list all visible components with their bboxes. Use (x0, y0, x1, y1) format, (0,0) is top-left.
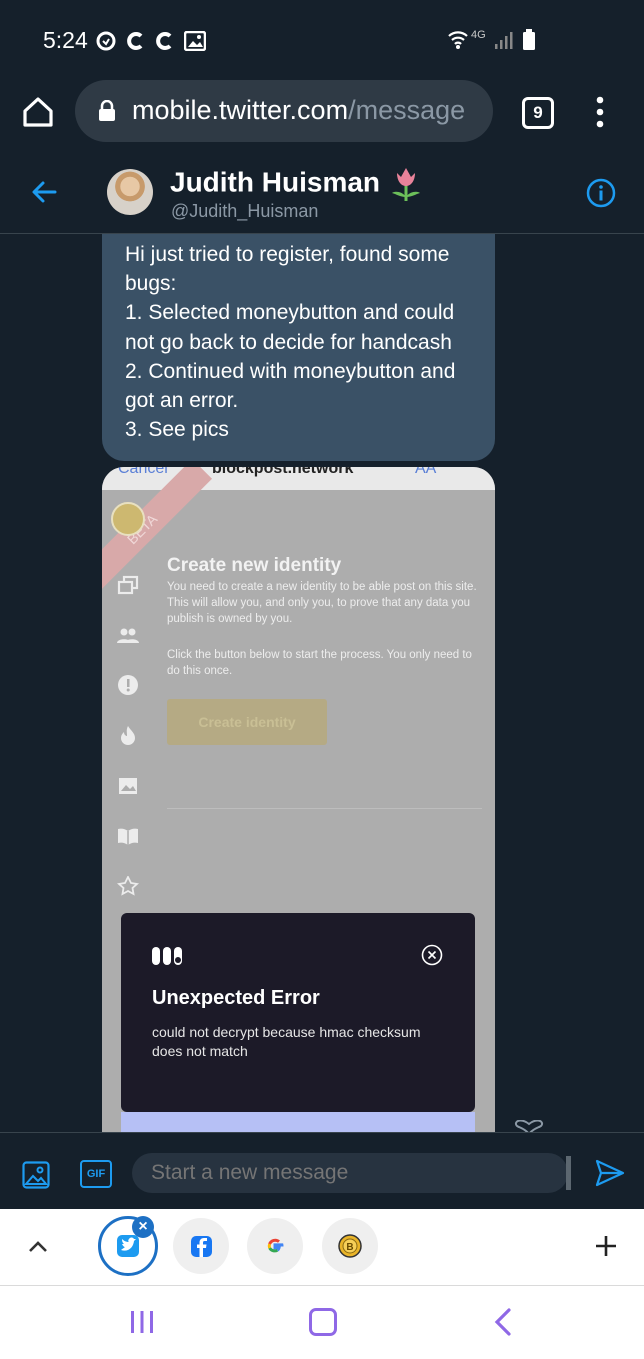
status-time: 5:24 (43, 27, 88, 53)
gallery-icon (119, 778, 137, 794)
bitcoin-icon: B (338, 1234, 362, 1258)
shortcut-bitcoin[interactable]: B (322, 1218, 378, 1274)
create-identity-instruction: Click the button below to start the proc… (167, 649, 472, 677)
back-arrow-icon[interactable] (30, 178, 58, 206)
browser-toolbar: mobile.twitter.com/message 9 (0, 80, 644, 158)
contact-name-text: Judith Huisman (170, 166, 381, 198)
message-bubble[interactable]: Hi just tried to register, found some bu… (102, 234, 495, 461)
chevron-up-icon[interactable] (27, 1236, 49, 1258)
system-icons: 4G (447, 28, 536, 52)
signal-icon (494, 32, 513, 49)
shortcut-facebook[interactable] (173, 1218, 229, 1274)
nav-back-icon[interactable] (493, 1308, 513, 1336)
message-thread: Hi just tried to register, found some bu… (0, 234, 644, 1132)
svg-text:B: B (346, 1242, 353, 1253)
modal-footer-strip (121, 1112, 475, 1132)
status-bar: 5:24 4G (0, 0, 644, 80)
home-icon[interactable] (22, 96, 54, 128)
close-icon (421, 944, 443, 966)
screenshot-top-bar: Cancel blockpost.network AA (102, 467, 495, 490)
send-icon[interactable] (595, 1159, 625, 1187)
contact-handle: @Judith_Huisman (171, 201, 319, 221)
image-icon (184, 31, 206, 51)
moneybutton-logo-icon (152, 947, 182, 965)
create-identity-description: You need to create a new identity to be … (167, 581, 477, 625)
url-bar[interactable]: mobile.twitter.com/message (75, 80, 493, 142)
tab-switcher-button[interactable]: 9 (522, 97, 554, 129)
url-domain: mobile.twitter.com (132, 95, 349, 125)
tulip-emoji-icon (392, 168, 421, 201)
c-icon (156, 32, 172, 50)
battery-icon (522, 29, 535, 50)
google-icon (267, 1238, 284, 1253)
gif-button[interactable]: GIF (80, 1160, 112, 1188)
shortcut-google[interactable] (247, 1218, 303, 1274)
network-type: 4G (471, 29, 486, 41)
attached-screenshot[interactable]: Cancel blockpost.network AA BETA Create … (102, 467, 495, 1132)
url-path: /message (348, 95, 466, 125)
wifi-icon (448, 31, 468, 49)
screenshot-domain-text: blockpost.network (212, 467, 354, 477)
input-caret (566, 1156, 571, 1190)
info-icon[interactable] (586, 178, 616, 208)
recent-apps-icon[interactable] (130, 1309, 154, 1335)
c-icon (127, 32, 143, 50)
error-title: Unexpected Error (152, 987, 320, 1009)
error-message: could not decrypt because hmac checksum … (152, 1024, 421, 1059)
url-text: mobile.twitter.com/message (132, 95, 465, 126)
message-text: Hi just tried to register, found some bu… (125, 243, 456, 442)
create-identity-title: Create new identity (167, 555, 342, 576)
notification-icons (95, 30, 206, 52)
screenshot-aa-text: AA (415, 467, 437, 477)
plus-icon[interactable] (594, 1234, 618, 1258)
star-icon (117, 876, 139, 896)
home-button-icon[interactable] (309, 1308, 337, 1336)
system-nav-bar (0, 1286, 644, 1359)
create-identity-button: Create identity (167, 699, 327, 745)
site-logo (111, 502, 145, 536)
divider (167, 808, 482, 809)
shortcut-bar: × B (0, 1209, 644, 1286)
fire-icon (121, 726, 135, 745)
screenshot-cancel-text: Cancel (118, 467, 168, 477)
facebook-icon (191, 1236, 212, 1257)
image-upload-icon[interactable] (22, 1161, 50, 1189)
error-modal: Unexpected Error could not decrypt becau… (121, 913, 475, 1112)
message-composer: GIF (0, 1132, 644, 1210)
book-icon (118, 828, 138, 845)
avatar[interactable] (107, 169, 153, 215)
heart-icon[interactable] (514, 1120, 544, 1132)
lock-icon (99, 100, 115, 121)
people-icon (117, 628, 139, 643)
conversation-header: Judith Huisman @Judith_Huisman (0, 158, 644, 234)
close-shortcut-badge[interactable]: × (132, 1216, 154, 1238)
contact-name[interactable]: Judith Huisman (170, 165, 424, 203)
message-input[interactable] (132, 1153, 568, 1193)
posts-icon (117, 575, 139, 595)
more-options-icon[interactable] (592, 94, 608, 130)
alert-badge-icon (118, 675, 138, 695)
chrome-sync-icon (96, 31, 116, 51)
